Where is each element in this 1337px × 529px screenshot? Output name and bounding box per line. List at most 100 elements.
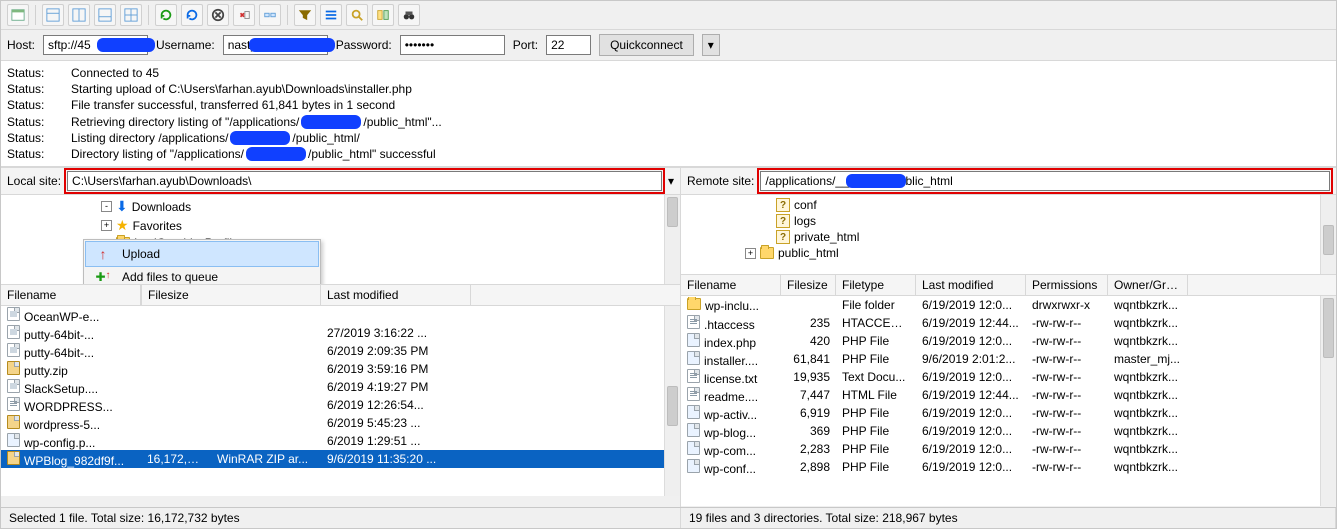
list-item[interactable]: putty.zip6/2019 3:59:16 PM — [1, 360, 680, 378]
filter-icon[interactable] — [294, 4, 316, 26]
file-icon — [7, 415, 20, 429]
toolbar-separator — [148, 5, 149, 25]
col-filesize[interactable]: Filesize — [141, 285, 321, 305]
log-label: Status: — [7, 130, 47, 146]
local-tree[interactable]: ⬇Downloads★FavoritesIntelGraphicsProfile… — [1, 195, 680, 285]
add-icon: ✚↑ — [94, 270, 112, 284]
local-site-label: Local site: — [7, 174, 61, 188]
unknown-folder-icon: ? — [776, 214, 790, 228]
download-icon: ⬇ — [116, 198, 128, 215]
port-input[interactable] — [546, 35, 591, 55]
list-item[interactable]: wp-com...2,283PHP File6/19/2019 12:0...-… — [681, 440, 1336, 458]
list-item[interactable]: putty-64bit-...27/2019 3:16:22 ... — [1, 324, 680, 342]
list-item[interactable]: WPBlog_982df9f...16,172,732WinRAR ZIP ar… — [1, 450, 680, 468]
list-item[interactable]: wp-inclu...File folder6/19/2019 12:0...d… — [681, 296, 1336, 314]
list-item[interactable]: wordpress-5...6/2019 5:45:23 ... — [1, 414, 680, 432]
tree-node[interactable]: ?logs — [681, 213, 1336, 229]
list-item[interactable]: wp-blog...369PHP File6/19/2019 12:0...-r… — [681, 422, 1336, 440]
list-item[interactable]: index.php420PHP File6/19/2019 12:0...-rw… — [681, 332, 1336, 350]
list-item[interactable]: .htaccess235HTACCESS ...6/19/2019 12:44.… — [681, 314, 1336, 332]
list-item[interactable]: readme....7,447HTML File6/19/2019 12:44.… — [681, 386, 1336, 404]
file-icon — [7, 325, 20, 339]
remote-pane: Remote site: ?conf?logs?private_htmlpubl… — [681, 168, 1336, 507]
tree-twisty[interactable] — [101, 201, 112, 212]
queue-icon[interactable] — [320, 4, 342, 26]
col-filename[interactable]: Filename — [681, 275, 781, 295]
scrollbar[interactable] — [664, 195, 680, 284]
refresh-icon[interactable] — [155, 4, 177, 26]
log-message: Listing directory /applications//public_… — [71, 130, 360, 146]
menu-item-label: Upload — [122, 247, 160, 261]
layout1-icon[interactable] — [42, 4, 64, 26]
search-icon[interactable] — [346, 4, 368, 26]
tree-node[interactable]: ⬇ Downloads — [1, 197, 680, 216]
tree-node[interactable]: public_html — [681, 245, 1336, 261]
tree-node[interactable]: ★Favorites — [1, 216, 680, 235]
local-file-list[interactable]: OceanWP-e...putty-64bit-...27/2019 3:16:… — [1, 306, 680, 496]
file-icon — [7, 397, 20, 411]
log-label: Status: — [7, 114, 47, 130]
quickconnect-button[interactable]: Quickconnect — [599, 34, 694, 56]
remote-file-list[interactable]: wp-inclu...File folder6/19/2019 12:0...d… — [681, 296, 1336, 506]
file-icon — [687, 387, 700, 401]
col-permissions[interactable]: Permissions — [1026, 275, 1108, 295]
toolbar-separator — [287, 5, 288, 25]
unknown-folder-icon: ? — [776, 230, 790, 244]
site-manager-icon[interactable] — [7, 4, 29, 26]
list-item[interactable]: wp-activ...6,919PHP File6/19/2019 12:0..… — [681, 404, 1336, 422]
list-item[interactable]: WORDPRESS...6/2019 12:26:54... — [1, 396, 680, 414]
app-window: Host: Username: Password: Port: Quickcon… — [0, 0, 1337, 529]
main-toolbar — [1, 1, 1336, 30]
list-item[interactable]: SlackSetup....6/2019 4:19:27 PM — [1, 378, 680, 396]
tree-twisty[interactable] — [101, 220, 112, 231]
layout3-icon[interactable] — [94, 4, 116, 26]
list-item[interactable]: wp-config.p...6/2019 1:29:51 ... — [1, 432, 680, 450]
context-menu: ↑Upload✚↑Add files to queueOpenEditCreat… — [83, 239, 321, 285]
layout4-icon[interactable] — [120, 4, 142, 26]
col-filesize[interactable]: Filesize — [781, 275, 836, 295]
list-item[interactable]: OceanWP-e... — [1, 306, 680, 324]
tree-label: public_html — [778, 246, 839, 260]
chevron-down-icon[interactable]: ▾ — [668, 174, 674, 188]
scrollbar[interactable] — [664, 306, 680, 496]
col-lastmod[interactable]: Last modified — [321, 285, 471, 305]
run-icon[interactable] — [181, 4, 203, 26]
list-item[interactable]: putty-64bit-...6/2019 2:09:35 PM — [1, 342, 680, 360]
list-item[interactable]: license.txt19,935Text Docu...6/19/2019 1… — [681, 368, 1336, 386]
remote-list-header: Filename Filesize Filetype Last modified… — [681, 275, 1336, 296]
file-icon — [7, 307, 20, 321]
layout2-icon[interactable] — [68, 4, 90, 26]
list-item[interactable]: wp-conf...2,898PHP File6/19/2019 12:0...… — [681, 458, 1336, 476]
col-filename[interactable]: Filename — [1, 285, 141, 305]
remote-tree[interactable]: ?conf?logs?private_htmlpublic_html — [681, 195, 1336, 275]
stop-icon[interactable] — [207, 4, 229, 26]
col-owner[interactable]: Owner/Gro... — [1108, 275, 1188, 295]
col-filetype[interactable]: Filetype — [836, 275, 916, 295]
log-label: Status: — [7, 81, 47, 97]
menu-item[interactable]: ✚↑Add files to queue — [86, 266, 318, 285]
password-label: Password: — [336, 38, 392, 52]
reconnect-icon[interactable] — [259, 4, 281, 26]
file-icon — [687, 333, 700, 347]
tree-twisty[interactable] — [745, 248, 756, 259]
scrollbar[interactable] — [1320, 296, 1336, 506]
compare-icon[interactable] — [372, 4, 394, 26]
redaction — [97, 38, 155, 52]
list-item[interactable]: installer....61,841PHP File9/6/2019 2:01… — [681, 350, 1336, 368]
file-icon — [7, 433, 20, 447]
tree-node[interactable]: ?private_html — [681, 229, 1336, 245]
log-message: Starting upload of C:\Users\farhan.ayub\… — [71, 81, 412, 97]
redaction — [249, 38, 335, 52]
binoculars-icon[interactable] — [398, 4, 420, 26]
disconnect-icon[interactable] — [233, 4, 255, 26]
password-input[interactable] — [400, 35, 505, 55]
local-path-input[interactable] — [67, 171, 662, 191]
tree-label: Downloads — [132, 200, 191, 214]
menu-item[interactable]: ↑Upload — [86, 242, 318, 266]
quickconnect-dropdown[interactable]: ▾ — [702, 34, 720, 56]
panes: Local site: ▾ ⬇Downloads★FavoritesIntelG… — [1, 167, 1336, 507]
scrollbar[interactable] — [1320, 195, 1336, 274]
remote-sitebar: Remote site: — [681, 168, 1336, 195]
tree-node[interactable]: ?conf — [681, 197, 1336, 213]
col-lastmod[interactable]: Last modified — [916, 275, 1026, 295]
